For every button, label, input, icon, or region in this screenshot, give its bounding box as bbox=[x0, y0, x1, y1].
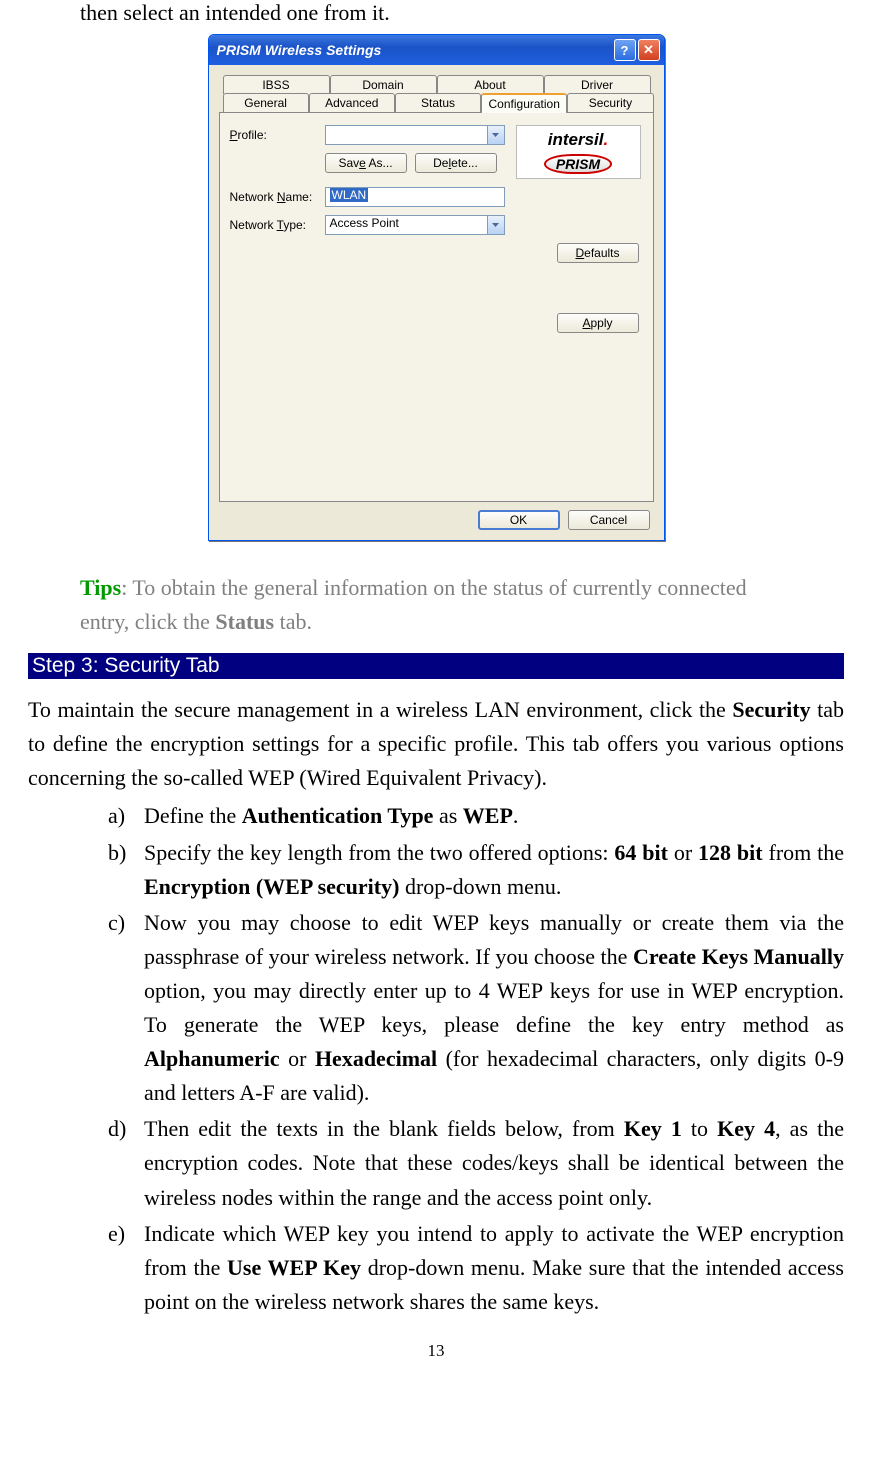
tips-label: Tips bbox=[80, 575, 121, 600]
chevron-down-icon[interactable] bbox=[488, 215, 505, 235]
profile-label: Profile: bbox=[230, 128, 325, 142]
network-name-input[interactable]: WLAN bbox=[325, 187, 505, 207]
list-item: Specify the key length from the two offe… bbox=[108, 836, 844, 904]
close-button[interactable]: ✕ bbox=[638, 39, 660, 61]
vendor-logos: intersil. PRISM bbox=[516, 125, 641, 179]
network-type-combo[interactable]: Access Point bbox=[325, 215, 505, 235]
intro-paragraph: To maintain the secure management in a w… bbox=[28, 693, 844, 795]
list-item: Then edit the texts in the blank fields … bbox=[108, 1112, 844, 1214]
intersil-logo: intersil. bbox=[521, 130, 636, 150]
list-item: Define the Authentication Type as WEP. bbox=[108, 799, 844, 833]
profile-combo[interactable] bbox=[325, 125, 505, 145]
tab-status[interactable]: Status bbox=[395, 93, 481, 113]
apply-button[interactable]: Apply bbox=[557, 313, 639, 333]
network-type-label: Network Type: bbox=[230, 218, 325, 232]
step-heading: Step 3: Security Tab bbox=[28, 653, 844, 679]
list-item: Now you may choose to edit WEP keys manu… bbox=[108, 906, 844, 1111]
ok-button[interactable]: OK bbox=[478, 510, 560, 530]
titlebar: PRISM Wireless Settings ? ✕ bbox=[209, 35, 664, 65]
tab-advanced[interactable]: Advanced bbox=[309, 93, 395, 113]
tab-driver[interactable]: Driver bbox=[544, 75, 651, 94]
cancel-button[interactable]: Cancel bbox=[568, 510, 650, 530]
lead-text: then select an intended one from it. bbox=[80, 0, 844, 26]
prism-logo: PRISM bbox=[544, 154, 612, 174]
window-title: PRISM Wireless Settings bbox=[217, 42, 382, 58]
list-item: Indicate which WEP key you intend to app… bbox=[108, 1217, 844, 1319]
tab-ibss[interactable]: IBSS bbox=[223, 75, 330, 94]
save-as-button[interactable]: Save As... bbox=[325, 153, 407, 173]
defaults-button[interactable]: Defaults bbox=[557, 243, 639, 263]
tab-configuration[interactable]: Configuration bbox=[481, 93, 567, 113]
tab-domain[interactable]: Domain bbox=[330, 75, 437, 94]
delete-button[interactable]: Delete... bbox=[415, 153, 497, 173]
tips-paragraph: Tips: To obtain the general information … bbox=[80, 571, 792, 639]
help-button[interactable]: ? bbox=[614, 39, 636, 61]
page-number: 13 bbox=[28, 1341, 844, 1361]
prism-dialog: PRISM Wireless Settings ? ✕ IBSS Domain … bbox=[208, 34, 665, 541]
chevron-down-icon[interactable] bbox=[488, 125, 505, 145]
tab-general[interactable]: General bbox=[223, 93, 309, 113]
config-panel: intersil. PRISM Profile: Save As... Dele… bbox=[219, 112, 654, 502]
tab-about[interactable]: About bbox=[437, 75, 544, 94]
tab-security[interactable]: Security bbox=[567, 93, 653, 113]
network-name-label: Network Name: bbox=[230, 190, 325, 204]
